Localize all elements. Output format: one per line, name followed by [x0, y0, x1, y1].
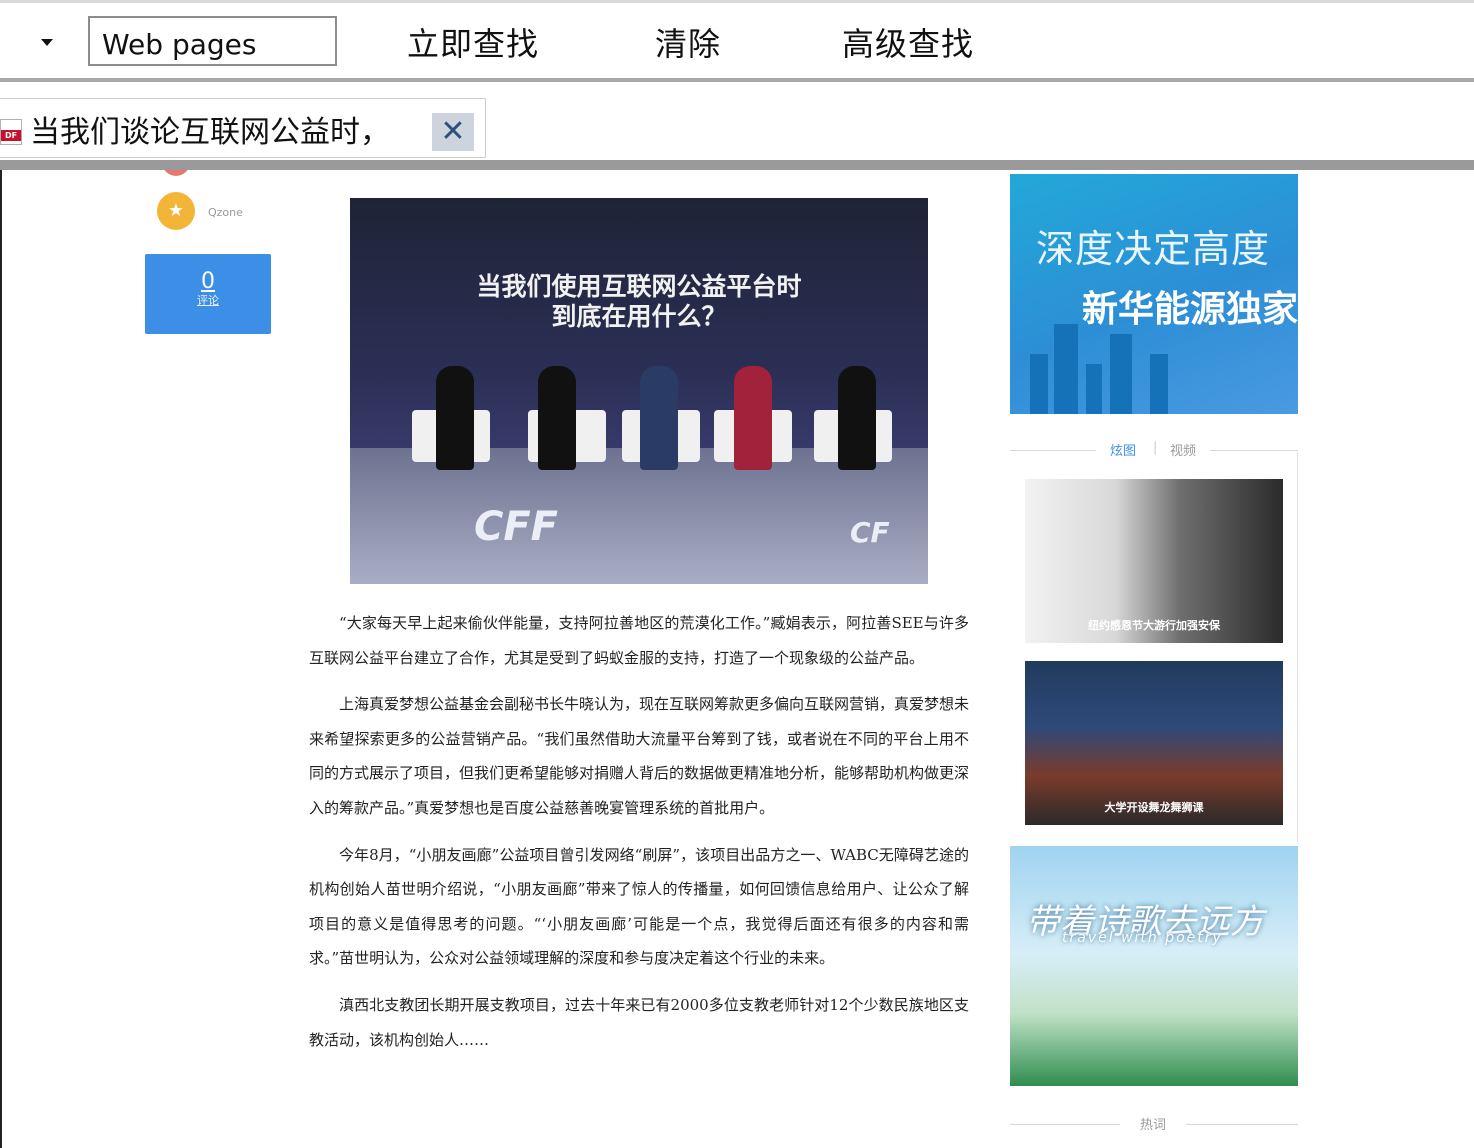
qzone-star-icon[interactable]: ★ [157, 192, 195, 230]
document-tab[interactable]: DF 当我们谈论互联网公益时， ✕ [0, 98, 486, 158]
search-now-button[interactable]: 立即查找 [407, 19, 539, 65]
hot-words-header: 热词 [1010, 1114, 1298, 1134]
search-input[interactable] [88, 16, 337, 66]
hot-words-label[interactable]: 热词 [1140, 1114, 1166, 1133]
panelist-figure [640, 366, 678, 470]
article-photo: 当我们使用互联网公益平台时 到底在用什么？ CFF CF [350, 198, 928, 584]
banner-ad[interactable]: 深度决定高度 新华能源独家 [1010, 174, 1298, 414]
photo-caption: 当我们使用互联网公益平台时 到底在用什么？ [476, 272, 802, 331]
gallery-thumbnail[interactable]: 大学开设舞龙舞狮课 [1025, 661, 1283, 825]
article-paragraph: “大家每天早上起来偷伙伴能量，支持阿拉善地区的荒漠化工作。”臧娟表示，阿拉善SE… [309, 614, 969, 667]
article-paragraph: 上海真爱梦想公益基金会副秘书长牛晓认为，现在互联网筹款更多偏向互联网营销，真爱梦… [309, 695, 970, 817]
tab-strip: DF 当我们谈论互联网公益时， ✕ [0, 82, 1474, 160]
panelist-figure [436, 366, 474, 470]
weibo-share-icon[interactable] [162, 170, 190, 176]
search-toolbar: 立即查找 清除 高级查找 [0, 0, 1474, 78]
comment-count: 0 [201, 269, 215, 294]
tab-title: 当我们谈论互联网公益时， [30, 115, 390, 150]
document-viewport[interactable]: ★ Qzone 0 评论 当我们使用互联网公益平台时 到底在用什么？ CFF C… [0, 170, 1474, 1148]
thumbnail-caption: 纽约感恩节大游行加强安保 [1088, 619, 1220, 632]
thumbnail-caption: 大学开设舞龙舞狮课 [1104, 801, 1204, 814]
clear-button[interactable]: 清除 [655, 19, 721, 65]
article-paragraph: 今年8月，“小朋友画廊”公益项目曾引发网络“刷屏”，该项目出品方之一、WABC无… [309, 845, 969, 968]
close-tab-icon[interactable]: ✕ [432, 113, 474, 151]
forum-logo-icon: CFF [474, 504, 559, 550]
banner-subheadline: 新华能源独家 [1082, 289, 1298, 330]
article-paragraph: 滇西北支教团长期开展支教项目，过去十年来已有2000多位支教老师针对12个少数民… [309, 995, 969, 1049]
qzone-label[interactable]: Qzone [208, 206, 243, 219]
poster-ad[interactable]: 带着诗歌去远方 travel with poetry [1010, 846, 1298, 1086]
viewport-border [0, 170, 2, 1148]
comment-label: 评论 [197, 294, 219, 307]
panelist-figure [734, 366, 772, 470]
forum-logo-icon: CF [850, 516, 890, 549]
tab-strip-divider [0, 160, 1474, 170]
gallery-thumbnail[interactable]: 纽约感恩节大游行加强安保 [1025, 479, 1283, 643]
pdf-file-icon: DF [0, 119, 22, 145]
comment-button[interactable]: 0 评论 [145, 254, 271, 334]
dropdown-arrow-icon[interactable] [41, 39, 53, 46]
panelist-figure [538, 366, 576, 470]
banner-headline: 深度决定高度 [1036, 227, 1271, 271]
poster-subtitle: travel with poetry [1062, 930, 1223, 946]
advanced-search-button[interactable]: 高级查找 [842, 19, 974, 65]
panelist-figure [838, 366, 876, 470]
article-body: “大家每天早上起来偷伙伴能量，支持阿拉善地区的荒漠化工作。”臧娟表示，阿拉善SE… [309, 606, 969, 1069]
